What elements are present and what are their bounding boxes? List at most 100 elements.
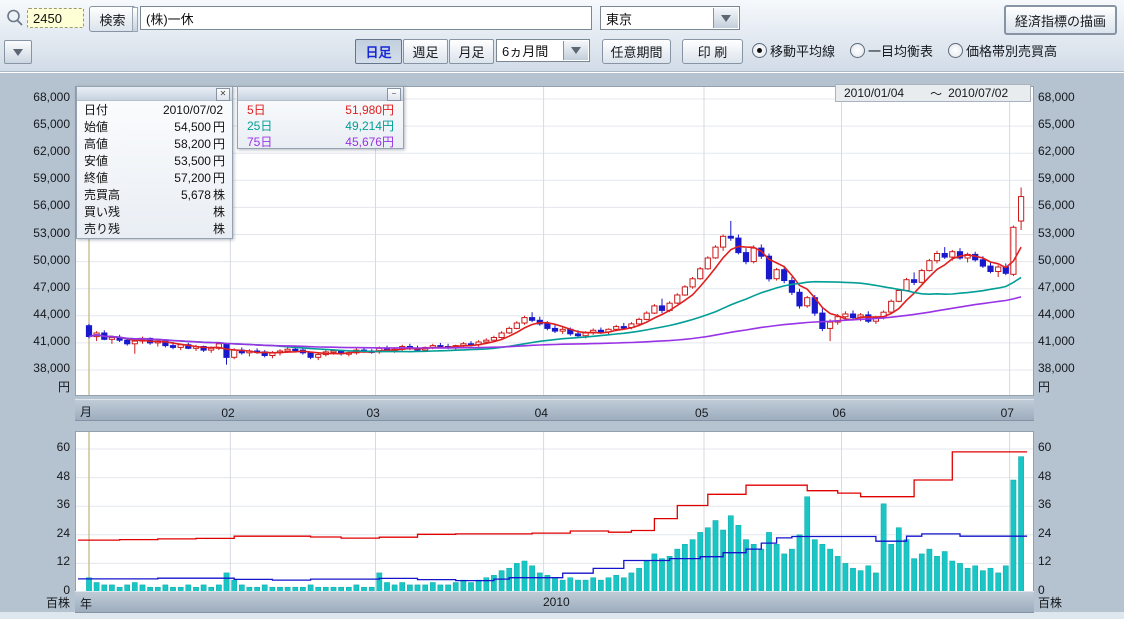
toolbar: 2450 検索 (株)一休 東京 経済指標の描画 日足 週足 月足 6ヵ月間 任… bbox=[0, 0, 1124, 72]
ma-legend-75day: 75日45,676円 bbox=[238, 133, 403, 149]
volume-axis-tick-left: 24 bbox=[0, 526, 70, 540]
tab-weekly[interactable]: 週足 bbox=[403, 39, 448, 64]
radio-moving-average[interactable]: 移動平均線 bbox=[752, 41, 835, 60]
price-axis-tick-left: 44,000 bbox=[0, 307, 70, 321]
ma-legend-5day: 5日51,980円 bbox=[238, 101, 403, 117]
info-row-close: 終値57,200円 bbox=[77, 169, 232, 186]
year-axis-title: 年 bbox=[80, 595, 92, 612]
radio-label: 一目均衡表 bbox=[868, 41, 933, 60]
price-axis-tick-left: 53,000 bbox=[0, 226, 70, 240]
date-to: 2010/07/02 bbox=[948, 86, 1008, 100]
price-axis-tick-left: 47,000 bbox=[0, 280, 70, 294]
volume-axis-unit-left: 百株 bbox=[0, 594, 70, 611]
search-icon bbox=[5, 8, 25, 28]
price-axis-tick-left: 65,000 bbox=[0, 117, 70, 131]
month-tick-label: 06 bbox=[833, 406, 846, 420]
year-label: 2010 bbox=[543, 595, 570, 609]
toolbar-collapse-button[interactable] bbox=[4, 40, 32, 64]
volume-axis-tick-right: 48 bbox=[1038, 469, 1051, 483]
price-axis-tick-right: 41,000 bbox=[1038, 334, 1075, 348]
volume-axis-tick-right: 24 bbox=[1038, 526, 1051, 540]
month-tick-label: 05 bbox=[695, 406, 708, 420]
volume-axis-unit-right: 百株 bbox=[1038, 594, 1062, 611]
price-axis-tick-right: 62,000 bbox=[1038, 144, 1075, 158]
price-axis-tick-right: 47,000 bbox=[1038, 280, 1075, 294]
price-axis-tick-left: 50,000 bbox=[0, 253, 70, 267]
month-axis-title: 月 bbox=[80, 403, 92, 420]
info-row-open: 始値54,500円 bbox=[77, 118, 232, 135]
info-row-low: 安値53,500円 bbox=[77, 152, 232, 169]
stock-chart-app: 2450 検索 (株)一休 東京 経済指標の描画 日足 週足 月足 6ヵ月間 任… bbox=[0, 0, 1124, 619]
range-select[interactable]: 6ヵ月間 bbox=[496, 39, 590, 62]
price-axis-tick-right: 68,000 bbox=[1038, 90, 1075, 104]
volume-axis-tick-left: 60 bbox=[0, 440, 70, 454]
month-tick-label: 03 bbox=[367, 406, 380, 420]
info-row-date: 日付2010/07/02 bbox=[77, 101, 232, 118]
radio-label: 移動平均線 bbox=[770, 41, 835, 60]
year-axis-band: 年 2010 bbox=[75, 591, 1034, 613]
month-tick-label: 02 bbox=[221, 406, 234, 420]
month-axis-band: 月 02 03 04 05 06 07 bbox=[75, 399, 1034, 421]
price-axis-tick-left: 68,000 bbox=[0, 90, 70, 104]
date-range-separator: ～ bbox=[930, 85, 942, 102]
economic-indicator-button[interactable]: 経済指標の描画 bbox=[1004, 5, 1117, 35]
close-icon[interactable]: ✕ bbox=[216, 88, 230, 101]
radio-icon bbox=[752, 43, 767, 58]
volume-axis-tick-left: 36 bbox=[0, 497, 70, 511]
volume-plot[interactable] bbox=[75, 431, 1034, 593]
price-axis-tick-right: 50,000 bbox=[1038, 253, 1075, 267]
price-axis-tick-left: 62,000 bbox=[0, 144, 70, 158]
panel-titlebar[interactable]: ✕ bbox=[77, 87, 232, 101]
info-row-margin-buy: 買い残株 bbox=[77, 203, 232, 220]
radio-ichimoku[interactable]: 一目均衡表 bbox=[850, 41, 933, 60]
exchange-select[interactable]: 東京 bbox=[600, 6, 740, 30]
price-axis-tick-left: 41,000 bbox=[0, 334, 70, 348]
panel-titlebar[interactable]: − bbox=[238, 87, 403, 101]
info-row-high: 高値58,200円 bbox=[77, 135, 232, 152]
price-axis-tick-left: 56,000 bbox=[0, 198, 70, 212]
price-axis-tick-right: 38,000 bbox=[1038, 361, 1075, 375]
volume-bar-chart[interactable] bbox=[76, 432, 1033, 592]
radio-volume-by-price[interactable]: 価格帯別売買高 bbox=[948, 41, 1057, 60]
volume-axis-tick-left: 12 bbox=[0, 554, 70, 568]
ohlc-info-panel[interactable]: ✕ 日付2010/07/02 始値54,500円 高値58,200円 安値53,… bbox=[76, 86, 233, 239]
ma-legend-panel[interactable]: − 5日51,980円 25日49,214円 75日45,676円 bbox=[237, 86, 404, 149]
radio-label: 価格帯別売買高 bbox=[966, 41, 1057, 60]
volume-axis-tick-right: 12 bbox=[1038, 554, 1051, 568]
radio-icon bbox=[850, 43, 865, 58]
price-axis-tick-right: 59,000 bbox=[1038, 171, 1075, 185]
company-name-input[interactable]: (株)一休 bbox=[140, 6, 592, 30]
info-row-volume: 売買高5,678株 bbox=[77, 186, 232, 203]
month-tick-label: 07 bbox=[1001, 406, 1014, 420]
chart-area: 月 02 03 04 05 06 07 年 2010 2010/01/04 ～ 2010/… bbox=[0, 72, 1124, 612]
price-axis-tick-right: 53,000 bbox=[1038, 226, 1075, 240]
price-axis-tick-right: 44,000 bbox=[1038, 307, 1075, 321]
radio-icon bbox=[948, 43, 963, 58]
overlay-radio-group: 移動平均線 一目均衡表 価格帯別売買高 bbox=[752, 41, 1057, 60]
exchange-value: 東京 bbox=[606, 9, 632, 28]
chevron-down-icon[interactable] bbox=[563, 41, 588, 60]
price-axis-tick-right: 56,000 bbox=[1038, 198, 1075, 212]
search-button[interactable]: 検索 bbox=[89, 6, 136, 32]
price-axis-unit-right: 円 bbox=[1038, 378, 1050, 395]
tab-daily[interactable]: 日足 bbox=[355, 39, 402, 64]
tab-monthly[interactable]: 月足 bbox=[449, 39, 494, 64]
info-row-margin-sell: 売り残株 bbox=[77, 220, 232, 237]
ma-legend-25day: 25日49,214円 bbox=[238, 117, 403, 133]
minimize-icon[interactable]: − bbox=[387, 88, 401, 101]
date-from: 2010/01/04 bbox=[844, 86, 904, 100]
stock-code-input[interactable]: 2450 bbox=[27, 8, 84, 28]
range-value: 6ヵ月間 bbox=[502, 41, 548, 60]
month-tick-label: 04 bbox=[535, 406, 548, 420]
volume-axis-tick-right: 60 bbox=[1038, 440, 1051, 454]
volume-axis-tick-right: 36 bbox=[1038, 497, 1051, 511]
price-axis-tick-left: 38,000 bbox=[0, 361, 70, 375]
date-range-box: 2010/01/04 ～ 2010/07/02 bbox=[835, 84, 1031, 102]
price-axis-tick-right: 65,000 bbox=[1038, 117, 1075, 131]
price-axis-tick-left: 59,000 bbox=[0, 171, 70, 185]
custom-period-button[interactable]: 任意期間 bbox=[602, 39, 671, 64]
print-button[interactable]: 印 刷 bbox=[682, 39, 743, 64]
chevron-down-icon[interactable] bbox=[713, 8, 738, 28]
volume-axis-tick-left: 48 bbox=[0, 469, 70, 483]
drag-grip bbox=[132, 7, 138, 32]
